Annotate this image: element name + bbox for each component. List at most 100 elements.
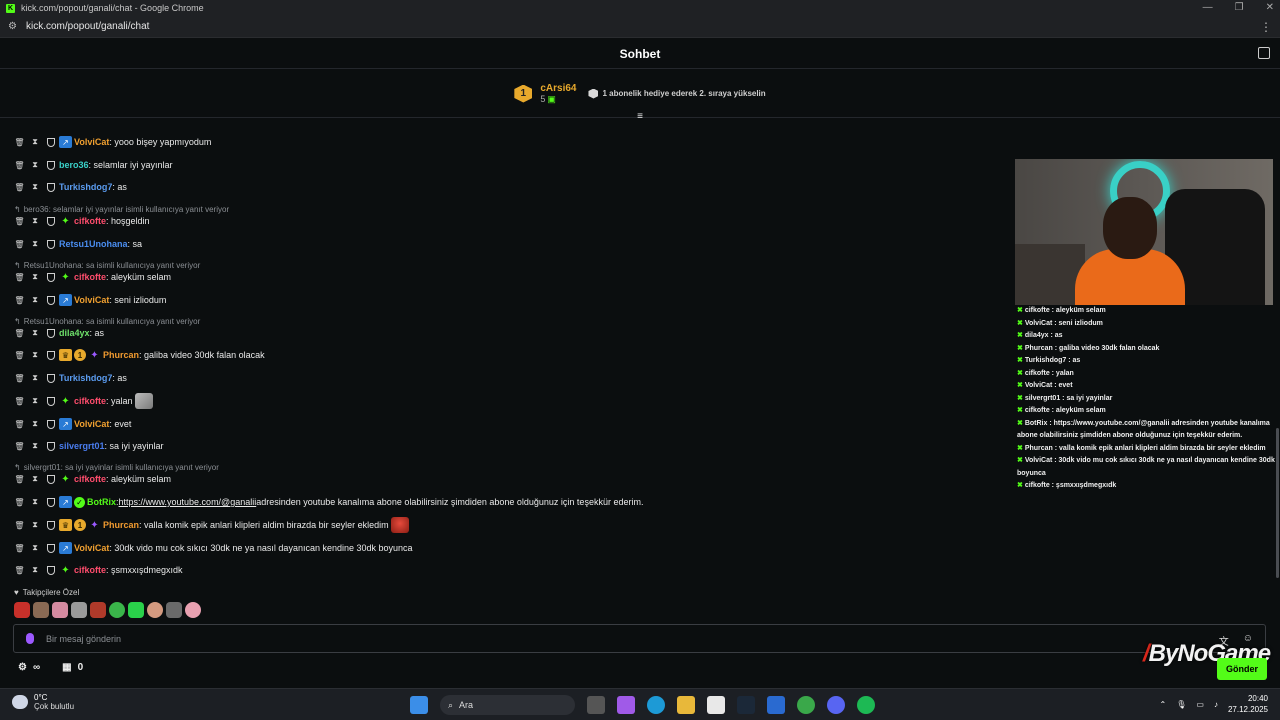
ban-shield-icon[interactable] [47,182,55,192]
ban-shield-icon[interactable] [47,295,55,305]
send-button[interactable]: Gönder [1217,658,1267,680]
steam-icon[interactable] [737,696,755,714]
timeout-icon[interactable]: ⧗ [31,565,39,575]
chat-message[interactable]: 🗑 ⧗ silvergrt01: sa iyi yayinlar [14,438,163,454]
timeout-icon[interactable]: ⧗ [31,137,39,147]
ban-shield-icon[interactable] [47,497,55,507]
weather-widget[interactable]: 0°C Çok bulutlu [12,693,74,711]
close-button[interactable]: ✕ [1266,0,1274,16]
chat-emote[interactable] [390,517,409,533]
chat-message[interactable]: 🗑 ⧗ ✦ cifkofte: hoşgeldin [14,213,149,229]
chat-username[interactable]: BotRix [87,497,116,507]
delete-icon[interactable]: 🗑 [14,161,24,170]
timeout-icon[interactable]: ⧗ [31,350,39,360]
emote[interactable] [33,602,49,618]
chat-emote[interactable] [134,393,153,409]
timeout-icon[interactable]: ⧗ [31,373,39,383]
copilot-icon[interactable] [617,696,635,714]
address-bar[interactable]: ⚙ kick.com/popout/ganali/chat ⋮ [0,16,1280,38]
chat-username[interactable]: cifkofte [74,216,106,226]
chat-message[interactable]: 🗑 ⧗ Retsu1Unohana: sa [14,236,142,252]
chat-message[interactable]: 🗑 ⧗ ↗ ✓ BotRix: https://www.youtube.com/@gan… [14,494,643,510]
sidebar-toggle-icon[interactable] [1258,47,1270,59]
delete-icon[interactable]: 🗑 [14,498,24,507]
more-menu-icon[interactable]: ⋮ [1260,20,1272,34]
timeout-icon[interactable]: ⧗ [31,520,39,530]
task-view-icon[interactable] [587,696,605,714]
delete-icon[interactable]: 🗑 [14,183,24,192]
chat-username[interactable]: cifkofte [74,272,106,282]
chat-message[interactable]: 🗑 ⧗ ✦ cifkofte: şsmxxışdmegxıdk [14,562,182,578]
chat-username[interactable]: cifkofte [74,474,106,484]
chat-username[interactable]: Phurcan [103,520,139,530]
delete-icon[interactable]: 🗑 [14,240,24,249]
chat-username[interactable]: cifkofte [74,565,106,575]
timeout-icon[interactable]: ⧗ [31,497,39,507]
chrome-icon[interactable] [797,696,815,714]
delete-icon[interactable]: 🗑 [14,329,24,338]
chat-username[interactable]: bero36 [59,160,89,170]
chat-message[interactable]: 🗑 ⧗ ✦ cifkofte: aleyküm selam [14,269,171,285]
ban-shield-icon[interactable] [47,328,55,338]
ban-shield-icon[interactable] [47,272,55,282]
ban-shield-icon[interactable] [47,137,55,147]
chat-link[interactable]: https://www.youtube.com/@ganalii [119,497,257,507]
ban-shield-icon[interactable] [47,565,55,575]
chat-message[interactable]: 🗑 ⧗ Turkishdog7: as [14,370,126,386]
volume-icon[interactable]: ♪ [1214,700,1218,709]
chat-message[interactable]: 🗑 ⧗ ✦ cifkofte: yalan [14,393,153,409]
ban-shield-icon[interactable] [47,419,55,429]
mail-icon[interactable] [767,696,785,714]
mic-tray-icon[interactable]: 🎙 [1176,700,1186,709]
ban-shield-icon[interactable] [47,396,55,406]
delete-icon[interactable]: 🗑 [14,217,24,226]
chat-username[interactable]: VolviCat [74,295,109,305]
chat-username[interactable]: Retsu1Unohana [59,239,128,249]
chat-message[interactable]: 🗑 ⧗ bero36: selamlar iyi yayınlar [14,157,172,173]
chat-username[interactable]: Phurcan [103,350,139,360]
timeout-icon[interactable]: ⧗ [31,441,39,451]
discord-icon[interactable] [827,696,845,714]
timeout-icon[interactable]: ⧗ [31,272,39,282]
delete-icon[interactable]: 🗑 [14,374,24,383]
site-settings-icon[interactable]: ⚙ [8,21,18,32]
emote[interactable] [147,602,163,618]
chat-message[interactable]: 🗑 ⧗ dila4yx: as [14,325,104,341]
delete-icon[interactable]: 🗑 [14,442,24,451]
chat-message[interactable]: 🗑 ⧗ ♛ 1 ✦ Phurcan: galiba video 30dk falan ol… [14,347,265,363]
chat-message[interactable]: 🗑 ⧗ ↗ VolviCat: 30dk vido mu cok sıkıcı 30d… [14,540,413,556]
emote[interactable] [52,602,68,618]
timeout-icon[interactable]: ⧗ [31,474,39,484]
ban-shield-icon[interactable] [47,520,55,530]
chat-message[interactable]: 🗑 ⧗ ↗ VolviCat: seni izliodum [14,292,166,308]
scrollbar[interactable] [1276,428,1279,578]
chat-message[interactable]: 🗑 ⧗ Turkishdog7: as [14,179,126,195]
ban-shield-icon[interactable] [47,441,55,451]
chat-message[interactable]: 🗑 ⧗ ↗ VolviCat: yooo bişey yapmıyodum [14,134,211,150]
chat-message[interactable]: 🗑 ⧗ ✦ cifkofte: aleyküm selam [14,471,171,487]
timeout-icon[interactable]: ⧗ [31,295,39,305]
edge-icon[interactable] [647,696,665,714]
chat-username[interactable]: Turkishdog7 [59,182,112,192]
timeout-icon[interactable]: ⧗ [31,239,39,249]
clock[interactable]: 20:40 27.12.2025 [1228,693,1268,715]
chat-username[interactable]: VolviCat [74,419,109,429]
chat-username[interactable]: silvergrt01 [59,441,105,451]
emote[interactable] [166,602,182,618]
ban-shield-icon[interactable] [47,239,55,249]
delete-icon[interactable]: 🗑 [14,351,24,360]
delete-icon[interactable]: 🗑 [14,544,24,553]
ban-shield-icon[interactable] [47,474,55,484]
delete-icon[interactable]: 🗑 [14,420,24,429]
emote[interactable] [109,602,125,618]
timeout-icon[interactable]: ⧗ [31,543,39,553]
spotify-icon[interactable] [857,696,875,714]
emote[interactable] [90,602,106,618]
minimize-button[interactable]: — [1203,0,1213,16]
emote[interactable] [128,602,144,618]
maximize-button[interactable]: ❐ [1235,0,1244,16]
timeout-icon[interactable]: ⧗ [31,328,39,338]
chat-username[interactable]: Turkishdog7 [59,373,112,383]
message-input[interactable]: Bir mesaj gönderin 文 ☺ [13,624,1266,653]
emote[interactable] [14,602,30,618]
